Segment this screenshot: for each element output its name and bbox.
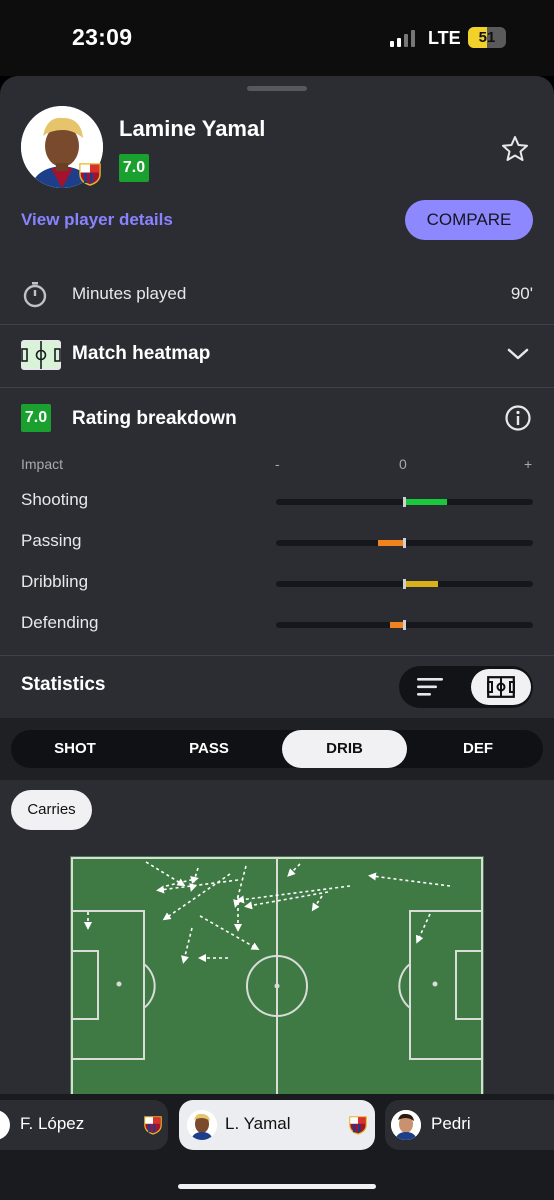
battery-icon: 51 [468, 27, 506, 48]
player-rating-badge: 7.0 [119, 154, 149, 182]
match-heatmap-row[interactable]: Match heatmap [0, 324, 554, 386]
club-crest-icon [144, 1116, 162, 1135]
impact-bar [406, 581, 438, 587]
impact-zero-marker [403, 538, 406, 548]
stat-tabs-bar: SHOT PASS DRIB DEF [0, 718, 554, 780]
view-toggle [399, 666, 533, 708]
impact-bar [378, 540, 404, 546]
impact-track [276, 620, 533, 630]
impact-bar [406, 499, 447, 505]
info-icon[interactable] [504, 404, 532, 432]
category-label: Passing [21, 531, 82, 550]
signal-icon [390, 30, 415, 47]
impact-bar [389, 622, 404, 628]
category-label: Dribbling [21, 572, 89, 591]
tab-shot[interactable]: SHOT [11, 730, 139, 768]
player-card-name: L. Yamal [225, 1114, 291, 1133]
category-label: Defending [21, 613, 99, 632]
club-crest-icon [349, 1116, 367, 1135]
tab-def[interactable]: DEF [413, 730, 543, 768]
list-view-icon[interactable] [417, 677, 445, 697]
impact-label: Impact [21, 456, 64, 472]
rating-category-row: Shooting [0, 486, 554, 516]
player-card-name: Pedri [431, 1114, 471, 1133]
rating-breakdown-header: 7.0 Rating breakdown [0, 388, 554, 450]
player-card-pedri[interactable]: Pedri [385, 1100, 554, 1150]
minutes-played-row: Minutes played 90' [0, 266, 554, 324]
rating-breakdown-badge: 7.0 [21, 404, 51, 432]
player-card-lopez[interactable]: F. López [0, 1100, 168, 1150]
minutes-played-value: 90' [510, 284, 533, 303]
favorite-star-icon[interactable] [500, 134, 530, 164]
player-sheet: Lamine Yamal 7.0 View player details COM… [0, 76, 554, 1200]
player-avatar [0, 1110, 10, 1140]
player-card-name: F. López [20, 1114, 85, 1133]
tab-drib[interactable]: DRIB [282, 730, 407, 768]
compare-button[interactable]: COMPARE [405, 200, 533, 240]
network-label: LTE [428, 28, 461, 48]
carries-filter-chip[interactable]: Carries [11, 790, 92, 830]
player-avatar [187, 1110, 217, 1140]
stat-tabs: SHOT PASS DRIB DEF [11, 730, 543, 768]
category-label: Shooting [21, 490, 89, 509]
tab-pass[interactable]: PASS [144, 730, 274, 768]
pitch-icon [21, 340, 61, 370]
impact-track [276, 538, 533, 548]
statistics-label: Statistics [21, 674, 106, 695]
minutes-played-label: Minutes played [72, 284, 187, 303]
stopwatch-icon [23, 282, 47, 308]
impact-plus-label: + [524, 456, 533, 472]
impact-minus-label: - [275, 456, 280, 472]
impact-zero-marker [403, 620, 406, 630]
rating-breakdown-label: Rating breakdown [72, 408, 237, 429]
chevron-down-icon[interactable] [506, 346, 530, 362]
player-card-yamal[interactable]: L. Yamal [179, 1100, 375, 1150]
pitch-view-toggle[interactable] [471, 669, 531, 705]
pitch-view-icon [487, 676, 515, 698]
match-heatmap-label: Match heatmap [72, 343, 211, 364]
impact-track [276, 497, 533, 507]
home-indicator[interactable] [178, 1184, 376, 1189]
sheet-grabber[interactable] [247, 86, 307, 91]
view-player-details-link[interactable]: View player details [21, 210, 173, 230]
club-crest-icon [79, 163, 101, 186]
player-avatar [391, 1110, 421, 1140]
rating-category-row: Defending [0, 609, 554, 639]
carries-pitch-map [70, 856, 484, 1106]
status-bar: 23:09 LTE 51 [0, 0, 554, 76]
impact-track [276, 579, 533, 589]
statistics-header: Statistics [0, 656, 554, 718]
rating-category-row: Passing [0, 527, 554, 557]
impact-zero-marker [403, 579, 406, 589]
status-time: 23:09 [72, 24, 133, 50]
player-name: Lamine Yamal [119, 116, 266, 141]
battery-level: 51 [478, 29, 496, 46]
impact-scale: Impact - 0 + [0, 456, 554, 476]
impact-zero-label: 0 [399, 456, 407, 472]
rating-category-row: Dribbling [0, 568, 554, 598]
impact-zero-marker [403, 497, 406, 507]
